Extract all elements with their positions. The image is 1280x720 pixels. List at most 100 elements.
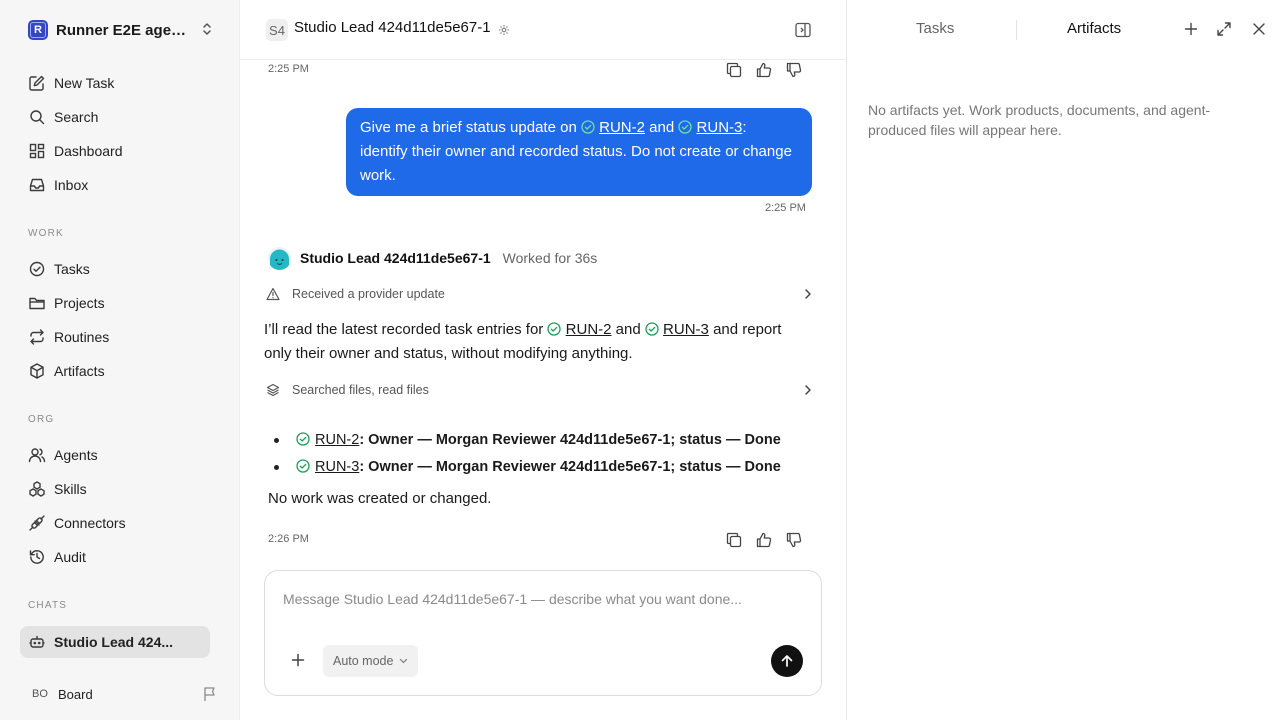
tool-summary-row[interactable]: Searched files, read files (266, 379, 812, 401)
chevron-right-icon (805, 289, 811, 299)
copy-icon[interactable] (725, 531, 743, 549)
agent-name: Studio Lead 424d11de5e67-1 (300, 250, 491, 266)
message-composer: Auto mode (264, 570, 822, 696)
tab-divider (1016, 20, 1017, 40)
edit-icon (29, 75, 45, 91)
section-label-work: WORK (28, 228, 64, 239)
panel-toggle-icon[interactable] (794, 21, 812, 39)
task-link-run-2[interactable]: RUN-2 (315, 432, 359, 448)
workspace-logo: R (28, 20, 48, 40)
send-button[interactable] (771, 645, 803, 677)
check-circle-icon (645, 322, 659, 336)
gear-icon[interactable] (498, 24, 510, 36)
agent-avatar-icon (268, 246, 291, 270)
thumbs-up-icon[interactable] (755, 531, 773, 549)
tab-tasks[interactable]: Tasks (916, 20, 954, 37)
nav-label: Agents (54, 447, 98, 463)
plus-icon[interactable] (291, 653, 305, 667)
nav-label: Connectors (54, 515, 126, 531)
mode-label: Auto mode (333, 654, 394, 668)
copy-icon[interactable] (725, 61, 743, 79)
inbox-icon (29, 178, 45, 192)
nav-label: Dashboard (54, 143, 123, 159)
agent-intro: I’ll read the latest recorded task entri… (264, 318, 804, 366)
chat-header: S4 Studio Lead 424d11de5e67-1 (240, 0, 846, 60)
nav-work: Tasks Projects Routines Artifacts (20, 252, 210, 388)
close-icon[interactable] (1251, 21, 1267, 37)
nav-label: Artifacts (54, 363, 105, 379)
nav-inbox[interactable]: Inbox (20, 168, 210, 202)
thumbs-up-icon[interactable] (755, 61, 773, 79)
search-icon (30, 110, 45, 125)
item-text: : Owner — Morgan Reviewer 424d11de5e67-1… (359, 459, 745, 475)
chat-item-studio-lead[interactable]: Studio Lead 424... (20, 626, 210, 658)
nav-new-task[interactable]: New Task (20, 66, 210, 100)
nav-search[interactable]: Search (20, 100, 210, 134)
nav-main: New Task Search Dashboard Inbox (20, 66, 210, 202)
provider-update-row[interactable]: Received a provider update (266, 283, 812, 305)
check-circle-icon (296, 432, 310, 446)
side-panel: Tasks Artifacts No artifacts yet. Work p… (846, 0, 1280, 720)
task-link-run-3[interactable]: RUN-3 (315, 459, 359, 475)
user-text: identify their owner and recorded status… (360, 143, 792, 184)
status-list: RUN-2: Owner — Morgan Reviewer 424d11de5… (274, 428, 834, 482)
chat-main: S4 Studio Lead 424d11de5e67-1 2:25 PM Gi… (240, 0, 846, 720)
worked-duration: Worked for 36s (502, 250, 598, 266)
nav-label: Inbox (54, 177, 89, 193)
thumbs-down-icon[interactable] (785, 61, 803, 79)
nav-agents[interactable]: Agents (20, 438, 210, 472)
nav-projects[interactable]: Projects (20, 286, 210, 320)
chevron-down-icon (400, 658, 408, 664)
nav-audit[interactable]: Audit (20, 540, 210, 574)
layers-icon (266, 383, 280, 397)
expand-icon[interactable] (1216, 21, 1232, 37)
message-time: 2:25 PM (268, 63, 309, 75)
nav-label: New Task (54, 75, 115, 91)
page-title: Studio Lead 424d11de5e67-1 (294, 19, 491, 36)
mode-select[interactable]: Auto mode (323, 645, 419, 677)
user-text: Give me a brief status update on (360, 119, 577, 136)
nav-label: Projects (54, 295, 105, 311)
message-time: 2:26 PM (268, 533, 309, 545)
nav-dashboard[interactable]: Dashboard (20, 134, 210, 168)
chevron-up-down-icon (203, 23, 211, 35)
agent-closing: No work was created or changed. (268, 490, 492, 507)
user-text: : (742, 119, 747, 136)
avatar (268, 246, 291, 270)
history-icon (29, 550, 44, 564)
nav-tasks[interactable]: Tasks (20, 252, 210, 286)
plug-icon (29, 515, 45, 531)
status-value: Done (744, 432, 781, 448)
workspace-name: Runner E2E agen... (56, 21, 192, 39)
chat-label: Studio Lead 424... (54, 634, 174, 650)
list-item: RUN-3: Owner — Morgan Reviewer 424d11de5… (274, 455, 834, 482)
arrow-up-icon (781, 655, 793, 667)
sidebar: R Runner E2E agen... New Task Search Das… (0, 0, 240, 720)
workspace-switcher[interactable]: R Runner E2E agen... (20, 16, 220, 44)
task-link-run-2[interactable]: RUN-2 (599, 119, 645, 136)
message-input[interactable] (283, 591, 803, 607)
nav-skills[interactable]: Skills (20, 472, 210, 506)
task-link-run-2[interactable]: RUN-2 (566, 321, 612, 338)
board-user[interactable]: BO Board (28, 682, 218, 706)
check-circle-icon (678, 120, 693, 134)
task-link-run-3[interactable]: RUN-3 (663, 321, 709, 338)
nav-label: Search (54, 109, 99, 125)
dashboard-icon (29, 143, 45, 159)
check-circle-icon (581, 120, 595, 134)
section-label-chats: CHATS (28, 600, 68, 611)
tab-artifacts[interactable]: Artifacts (1067, 20, 1121, 37)
agent-text: I’ll read the latest recorded task entri… (264, 321, 544, 338)
task-link-run-3[interactable]: RUN-3 (697, 119, 743, 136)
user-message: Give me a brief status update on RUN-2 a… (346, 108, 812, 196)
provider-update-label: Received a provider update (292, 287, 445, 301)
plus-icon[interactable] (1183, 21, 1199, 37)
nav-artifacts[interactable]: Artifacts (20, 354, 210, 388)
check-circle-icon (29, 261, 45, 277)
nav-org: Agents Skills Connectors Audit (20, 438, 210, 574)
flag-icon[interactable] (202, 686, 218, 702)
thumbs-down-icon[interactable] (785, 531, 803, 549)
nav-routines[interactable]: Routines (20, 320, 210, 354)
nav-label: Skills (54, 481, 87, 497)
nav-connectors[interactable]: Connectors (20, 506, 210, 540)
